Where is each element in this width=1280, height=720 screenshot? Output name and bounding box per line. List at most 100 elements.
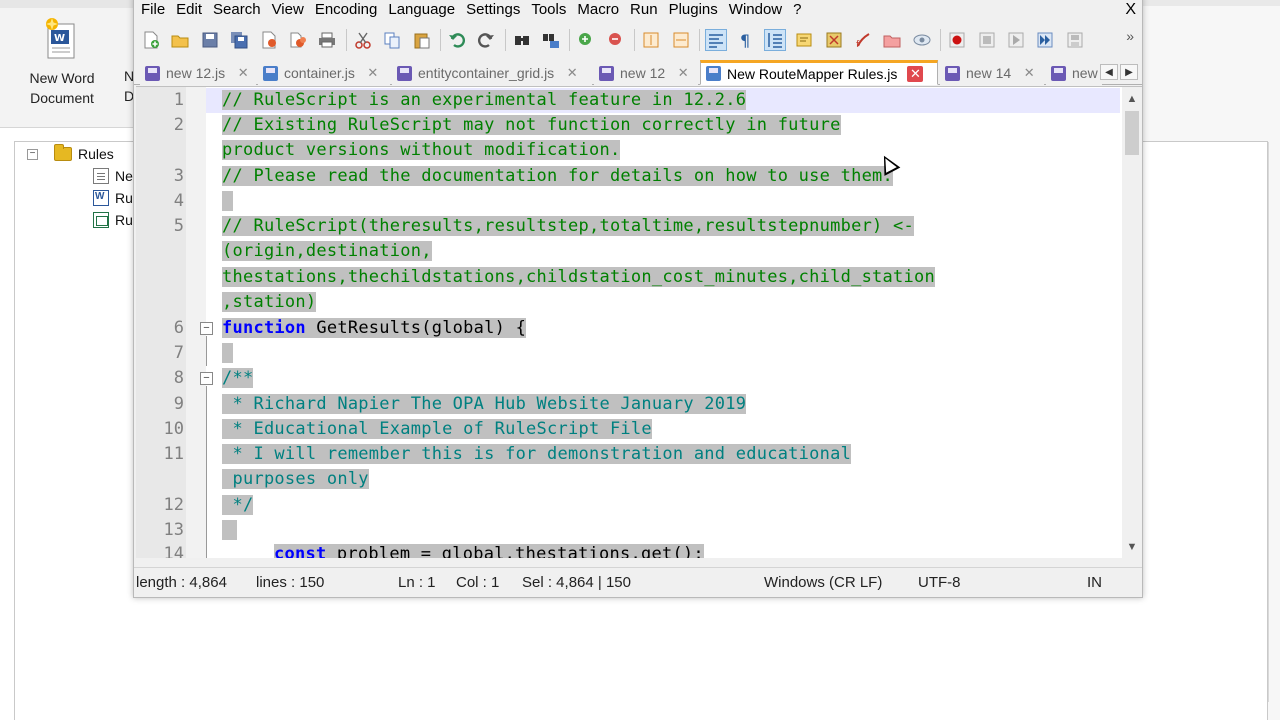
tab-scroll-right-icon[interactable]: ▶ [1120,64,1138,80]
record-macro-icon[interactable] [946,29,968,51]
redo-icon[interactable] [475,29,497,51]
unsaved-file-icon [145,65,160,81]
code-line: /** [222,366,254,391]
folder-as-workspace-icon[interactable] [881,29,903,51]
cut-icon[interactable] [352,29,374,51]
zoom-out-icon[interactable] [605,29,627,51]
run-macro-multiple-icon[interactable] [1034,29,1056,51]
fold-collapse-icon[interactable]: − [200,322,213,335]
menu-help[interactable]: ? [792,0,807,23]
monitoring-icon[interactable] [911,29,933,51]
status-eol[interactable]: Windows (CR LF) [764,574,882,591]
fold-line [206,505,207,558]
code-line: // Existing RuleScript may not function … [222,113,841,138]
status-encoding[interactable]: UTF-8 [918,574,961,591]
code-text: // Please read the documentation for det… [222,166,894,186]
tab-entitycontainer-grid-js[interactable]: entitycontainer_grid.js ✕ [392,61,592,85]
code-line: const problem = global.thestations.get()… [274,542,704,558]
new-file-icon[interactable] [140,29,162,51]
code-line-wrap: purposes only [222,467,369,492]
menu-language[interactable]: Language [387,0,461,23]
sync-vertical-icon[interactable] [640,29,662,51]
undo-icon[interactable] [446,29,468,51]
fold-collapse-icon[interactable]: − [200,372,213,385]
tree-node-child[interactable]: Ru [93,209,133,231]
scrollbar-thumb[interactable] [1125,111,1139,155]
code-text [222,520,237,540]
copy-icon[interactable] [381,29,403,51]
save-all-icon[interactable] [228,29,250,51]
vertical-scrollbar[interactable]: ▲ ▼ [1122,87,1142,558]
tab-new-routemapper-rules-js[interactable]: New RouteMapper Rules.js ✕ [700,60,938,85]
toolbar-separator [634,29,636,51]
print-icon[interactable] [316,29,338,51]
replace-icon[interactable] [540,29,562,51]
tab-close-icon[interactable]: ✕ [675,65,691,81]
stop-record-icon[interactable] [976,29,998,51]
tab-label: entitycontainer_grid.js [418,65,555,81]
tab-close-icon[interactable]: ✕ [564,65,580,81]
paste-icon[interactable] [411,29,433,51]
saved-file-icon [263,65,278,81]
sync-horizontal-icon[interactable] [670,29,692,51]
zoom-in-icon[interactable] [575,29,597,51]
tree-node-child[interactable]: Ne [93,165,133,187]
code-text: GetResults(global) { [305,318,527,338]
doc-map-icon[interactable] [793,29,815,51]
tab-new-12-js[interactable]: new 12.js ✕ [140,61,256,85]
folder-workspace-icon[interactable]: f [852,29,874,51]
menu-settings[interactable]: Settings [465,0,526,23]
menu-search[interactable]: Search [212,0,267,23]
save-icon[interactable] [199,29,221,51]
line-number: 11 [163,444,184,464]
code-text: thestations,thechildstations,childstatio… [222,267,935,287]
menu-plugins[interactable]: Plugins [668,0,724,23]
menu-encoding[interactable]: Encoding [314,0,384,23]
menu-macro[interactable]: Macro [576,0,625,23]
line-number: 2 [173,115,184,135]
tab-new-12[interactable]: new 12 ✕ [594,61,698,85]
tab-close-icon[interactable]: ✕ [365,65,381,81]
find-icon[interactable] [511,29,533,51]
tab-new-14[interactable]: new 14 ✕ [940,61,1044,85]
toolbar-overflow-icon[interactable]: » [1126,28,1134,44]
tree-node-rules[interactable]: − Rules [27,143,114,165]
tab-scroll-left-icon[interactable]: ◀ [1100,64,1118,80]
menu-tools[interactable]: Tools [530,0,572,23]
tab-container-js[interactable]: container.js ✕ [258,61,390,85]
close-icon[interactable] [258,29,280,51]
code-editor[interactable]: 1 2 3 4 5 6 7 8 9 10 11 12 13 14 − − // … [136,86,1142,558]
function-list-icon[interactable] [823,29,845,51]
menu-run[interactable]: Run [629,0,664,23]
unsaved-file-icon [599,65,614,81]
tab-close-icon[interactable]: ✕ [235,65,251,81]
save-macro-icon[interactable] [1064,29,1086,51]
menu-view[interactable]: View [271,0,310,23]
tab-new[interactable]: new [1046,61,1102,85]
play-macro-icon[interactable] [1005,29,1027,51]
line-number: 13 [163,520,184,540]
tab-close-icon[interactable]: ✕ [907,65,924,82]
indent-guide-icon[interactable] [763,29,786,51]
code-line: // Please read the documentation for det… [222,164,894,189]
menu-file[interactable]: File [140,0,171,23]
collapse-icon[interactable]: − [27,148,38,160]
word-wrap-icon[interactable] [705,29,728,51]
new-word-document-button[interactable]: W New Word Document [14,16,110,108]
code-line-wrap: (origin,destination, [222,239,432,264]
code-line: // RuleScript(theresults,resultstep,tota… [222,214,915,239]
open-file-icon[interactable] [169,29,191,51]
menu-edit[interactable]: Edit [175,0,208,23]
code-text: problem = global.thestations.get(); [326,544,704,558]
close-all-icon[interactable] [287,29,309,51]
menu-window[interactable]: Window [728,0,788,23]
close-document-button[interactable]: X [1125,0,1136,20]
code-text: ,station) [222,292,317,312]
scroll-up-icon[interactable]: ▲ [1122,89,1142,109]
scroll-down-icon[interactable]: ▼ [1122,537,1142,557]
tree-node-child[interactable]: Ru [93,187,133,209]
show-all-chars-icon[interactable]: ¶ [734,29,756,51]
tab-close-icon[interactable]: ✕ [1021,65,1037,81]
toolbar: ¶ f » [134,25,1142,55]
right-panel-header [1143,0,1280,6]
